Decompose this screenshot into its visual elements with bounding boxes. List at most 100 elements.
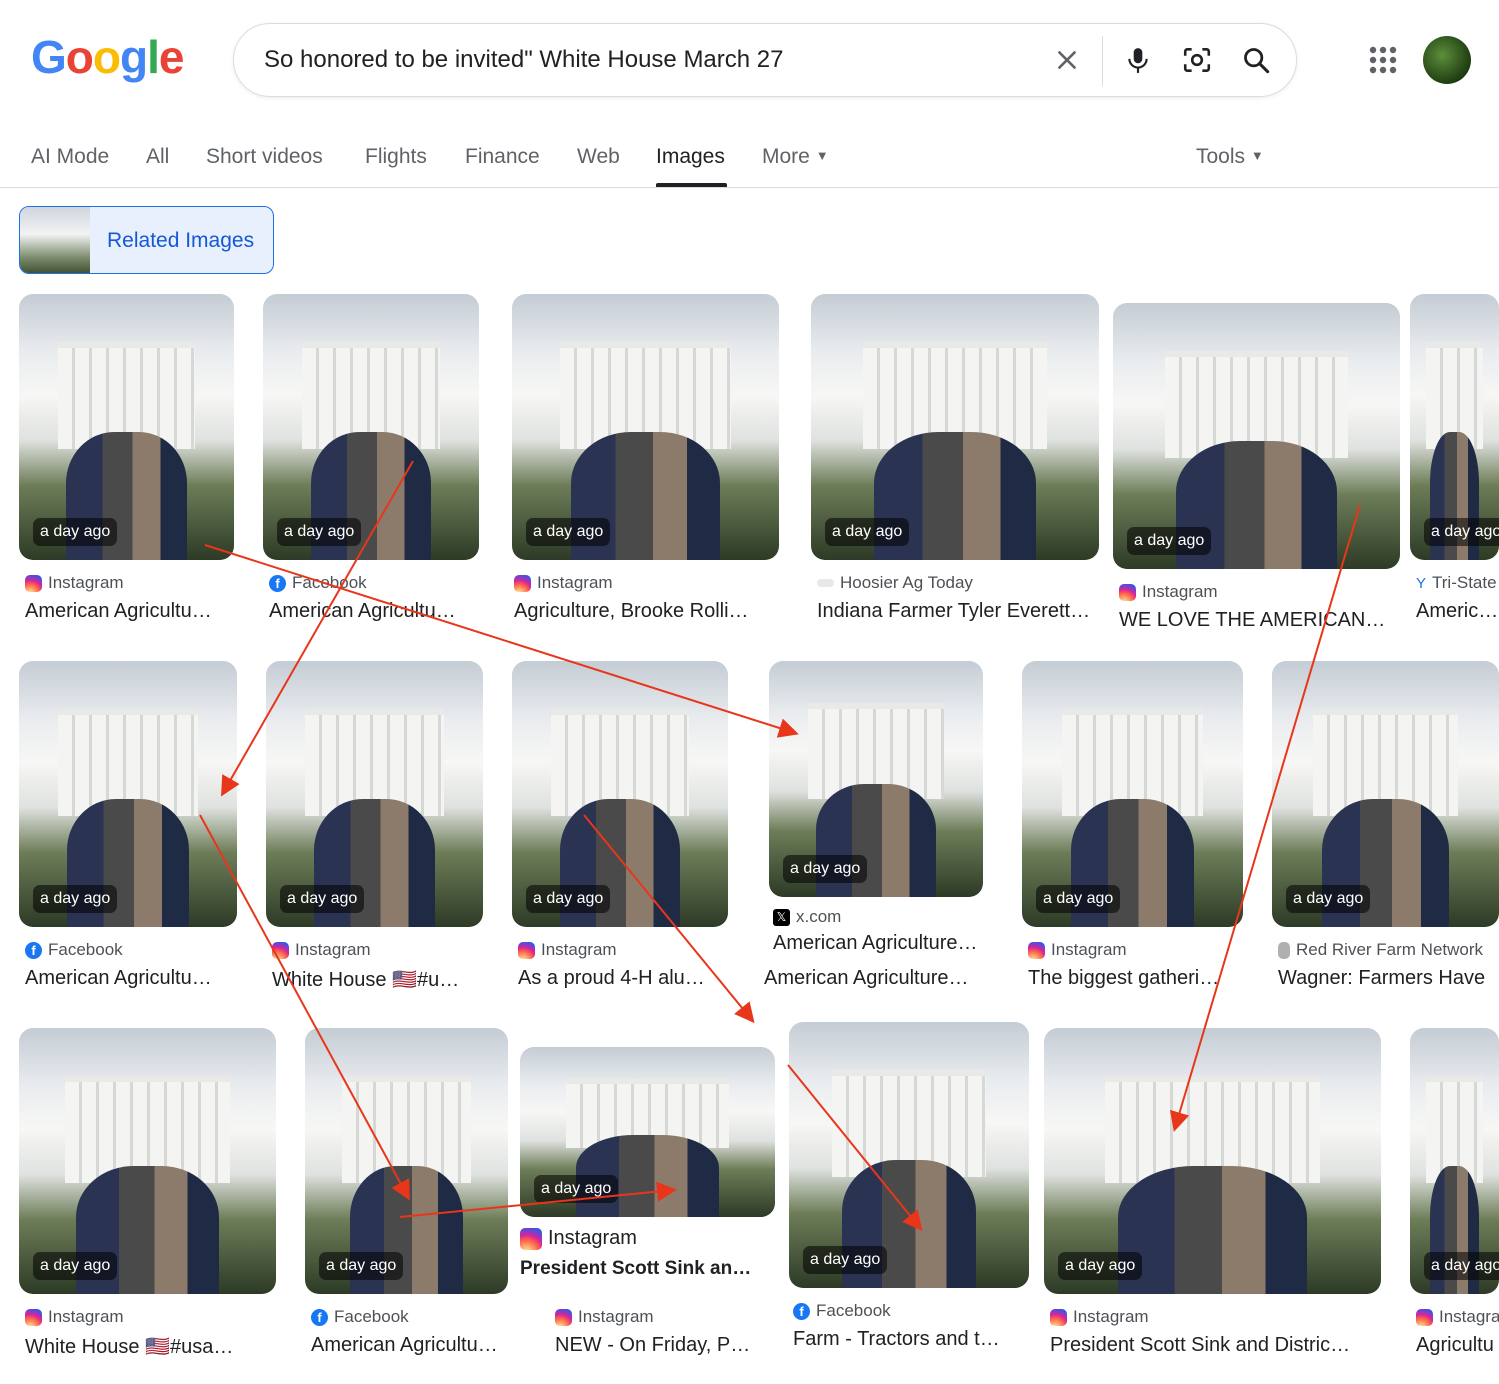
source-name: Facebook bbox=[334, 1307, 409, 1326]
result-source[interactable]: Red River Farm Network bbox=[1278, 940, 1483, 960]
hoosier-icon bbox=[817, 579, 834, 587]
image-result-thumbnail[interactable]: a day ago bbox=[1044, 1028, 1381, 1294]
search-box[interactable]: So honored to be invited" White House Ma… bbox=[233, 23, 1297, 97]
tab-all[interactable]: All bbox=[146, 145, 169, 169]
image-result-thumbnail[interactable]: a day ago bbox=[1410, 1028, 1499, 1294]
time-badge: a day ago bbox=[277, 518, 362, 546]
apps-grid-icon[interactable] bbox=[1365, 42, 1401, 78]
result-title[interactable]: American Agricultu… bbox=[25, 600, 235, 623]
image-result-thumbnail[interactable]: a day ago bbox=[19, 294, 234, 560]
instagram-icon bbox=[25, 1308, 42, 1326]
result-source[interactable]: Instagram bbox=[1050, 1307, 1149, 1327]
result-title[interactable]: WE LOVE THE AMERICAN… bbox=[1119, 609, 1397, 632]
result-source[interactable]: Instagram bbox=[1416, 1307, 1499, 1327]
image-result-thumbnail[interactable]: a day ago bbox=[263, 294, 479, 560]
microphone-icon[interactable] bbox=[1118, 40, 1158, 80]
result-source[interactable]: Instagram bbox=[272, 940, 371, 960]
result-source[interactable]: Hoosier Ag Today bbox=[817, 573, 973, 593]
result-source[interactable]: Instagram bbox=[25, 573, 124, 593]
result-source[interactable]: f Facebook bbox=[793, 1301, 891, 1321]
hover-result-title[interactable]: American Agriculture… bbox=[764, 967, 986, 990]
image-result-thumbnail[interactable]: a day ago bbox=[19, 661, 237, 927]
result-title[interactable]: American bbox=[1416, 600, 1499, 623]
result-title[interactable]: Wagner: Farmers Have bbox=[1278, 967, 1499, 990]
lens-icon[interactable] bbox=[1177, 40, 1217, 80]
time-badge: a day ago bbox=[534, 1175, 619, 1203]
tab-flights[interactable]: Flights bbox=[365, 145, 427, 169]
search-icon[interactable] bbox=[1236, 40, 1276, 80]
result-title[interactable]: Agricultu bbox=[1416, 1334, 1499, 1357]
result-source[interactable]: f Facebook bbox=[311, 1307, 409, 1327]
source-name: Instagram bbox=[1051, 940, 1127, 959]
facebook-icon: f bbox=[793, 1302, 810, 1320]
source-name: Instagram bbox=[48, 1307, 124, 1326]
image-result-thumbnail[interactable]: a day ago bbox=[1113, 303, 1400, 569]
result-title[interactable]: Farm - Tractors and t… bbox=[793, 1328, 1023, 1351]
tab-web[interactable]: Web bbox=[577, 145, 620, 169]
facebook-icon: f bbox=[25, 941, 42, 959]
tools-button[interactable]: Tools ▼ bbox=[1196, 145, 1264, 169]
tab-finance[interactable]: Finance bbox=[465, 145, 540, 169]
image-result-thumbnail[interactable]: a day ago bbox=[769, 661, 983, 897]
source-name: Instagram bbox=[1073, 1307, 1149, 1326]
source-name: Instagram bbox=[1439, 1307, 1499, 1326]
image-result-thumbnail[interactable]: a day ago bbox=[789, 1022, 1029, 1288]
overlay-result-source[interactable]: Instagram bbox=[520, 1227, 637, 1250]
time-badge: a day ago bbox=[526, 518, 611, 546]
result-source[interactable]: Instagram bbox=[555, 1307, 654, 1327]
time-badge: a day ago bbox=[783, 855, 868, 883]
result-source[interactable]: Instagram bbox=[1119, 582, 1218, 602]
result-source[interactable]: Instagram bbox=[514, 573, 613, 593]
result-title[interactable]: White House 🇺🇸#usa… bbox=[25, 1334, 275, 1359]
instagram-icon bbox=[1416, 1308, 1433, 1326]
search-input[interactable]: So honored to be invited" White House Ma… bbox=[264, 46, 783, 74]
image-result-thumbnail[interactable]: a day ago bbox=[512, 661, 728, 927]
source-name: x.com bbox=[796, 907, 842, 926]
result-title[interactable]: Indiana Farmer Tyler Everett… bbox=[817, 600, 1099, 623]
result-source[interactable]: Y Tri-State bbox=[1416, 573, 1497, 593]
instagram-icon bbox=[25, 574, 42, 592]
facebook-icon: f bbox=[269, 574, 286, 592]
people-image bbox=[1118, 1166, 1307, 1294]
instagram-icon bbox=[272, 941, 289, 959]
tab-ai-mode[interactable]: AI Mode bbox=[31, 145, 109, 169]
result-title[interactable]: American Agricultu… bbox=[269, 600, 479, 623]
result-source[interactable]: f Facebook bbox=[25, 940, 123, 960]
result-title[interactable]: White House 🇺🇸#u… bbox=[272, 967, 482, 992]
result-title[interactable]: American Agricultu… bbox=[25, 967, 237, 990]
account-avatar[interactable] bbox=[1423, 36, 1471, 84]
image-result-thumbnail[interactable]: a day ago bbox=[266, 661, 483, 927]
image-result-thumbnail[interactable]: a day ago bbox=[520, 1047, 775, 1217]
google-logo[interactable]: Google bbox=[31, 30, 184, 84]
time-badge: a day ago bbox=[1286, 885, 1371, 913]
result-source[interactable]: Instagram bbox=[518, 940, 617, 960]
result-source[interactable]: f Facebook bbox=[269, 573, 367, 593]
time-badge: a day ago bbox=[280, 885, 365, 913]
image-result-thumbnail[interactable]: a day ago bbox=[1272, 661, 1499, 927]
result-source[interactable]: 𝕏x.com bbox=[773, 907, 841, 927]
clear-icon[interactable] bbox=[1047, 40, 1087, 80]
redriver-icon bbox=[1278, 941, 1290, 959]
image-result-thumbnail[interactable]: a day ago bbox=[19, 1028, 276, 1294]
time-badge: a day ago bbox=[319, 1252, 404, 1280]
result-source[interactable]: Instagram bbox=[1028, 940, 1127, 960]
result-title[interactable]: President Scott Sink and Distric… bbox=[1050, 1334, 1380, 1357]
image-result-thumbnail[interactable]: a day ago bbox=[1022, 661, 1243, 927]
related-images-chip[interactable]: Related Images bbox=[19, 206, 274, 274]
time-badge: a day ago bbox=[1424, 1252, 1499, 1280]
tab-short-videos[interactable]: Short videos bbox=[206, 145, 323, 169]
result-title[interactable]: Agriculture, Brooke Rolli… bbox=[514, 600, 774, 623]
tab-images[interactable]: Images bbox=[656, 145, 725, 169]
result-title[interactable]: American Agricultu… bbox=[311, 1334, 516, 1357]
result-source[interactable]: Instagram bbox=[25, 1307, 124, 1327]
tab-more[interactable]: More ▼ bbox=[762, 145, 829, 169]
result-title[interactable]: NEW - On Friday, P… bbox=[555, 1334, 765, 1357]
image-result-thumbnail[interactable]: a day ago bbox=[1410, 294, 1499, 560]
image-result-thumbnail[interactable]: a day ago bbox=[512, 294, 779, 560]
result-title[interactable]: The biggest gatheri… bbox=[1028, 967, 1240, 990]
image-result-thumbnail[interactable]: a day ago bbox=[305, 1028, 508, 1294]
image-result-thumbnail[interactable]: a day ago bbox=[811, 294, 1099, 560]
result-title[interactable]: As a proud 4-H alu… bbox=[518, 967, 728, 990]
result-title[interactable]: American Agriculture … bbox=[773, 932, 983, 955]
overlay-result-title[interactable]: President Scott Sink and… bbox=[520, 1258, 760, 1280]
